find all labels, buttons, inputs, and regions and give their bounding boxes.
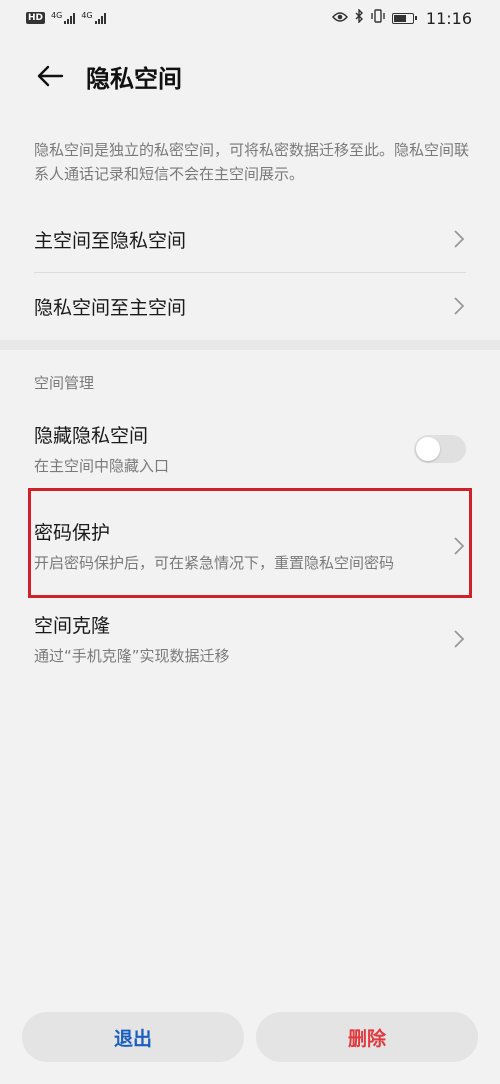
page-description: 隐私空间是独立的私密空间，可将私密数据迁移至此。隐私空间联系人通话记录和短信不会… [34,141,470,183]
back-button[interactable] [30,56,70,96]
status-time: 11:16 [425,8,472,28]
signal-icon-sim1: 4G [51,12,76,24]
bluetooth-icon [354,8,364,27]
nav-item-main-to-private[interactable]: 主空间至隐私空间 [0,206,500,272]
app-header: 隐私空间 [0,54,500,98]
delete-button[interactable]: 删除 [256,1012,478,1062]
space-clone-row[interactable]: 空间克隆 通过“手机克隆”实现数据迁移 [0,604,500,674]
highlight-box [28,488,472,598]
hide-space-row[interactable]: 隐藏隐私空间 在主空间中隐藏入口 [0,414,500,484]
hd-badge: HD [26,12,46,24]
chevron-right-icon [452,229,466,249]
space-clone-sub: 通过“手机克隆”实现数据迁移 [34,646,230,665]
eye-icon [331,9,348,27]
section-title-management: 空间管理 [34,374,95,392]
chevron-right-icon [452,629,466,649]
section-separator [0,340,500,350]
hide-space-label: 隐藏隐私空间 [34,424,149,447]
exit-button[interactable]: 退出 [22,1012,244,1062]
toggle-knob [416,437,440,461]
battery-icon [391,12,417,24]
hide-space-sub: 在主空间中隐藏入口 [34,456,170,475]
hide-space-toggle[interactable] [414,435,466,463]
space-clone-label: 空间克隆 [34,614,111,637]
signal-icon-sim2: 4G [81,12,106,24]
arrow-left-icon [37,65,64,87]
nav-item-private-to-main[interactable]: 隐私空间至主空间 [0,273,500,339]
status-bar-left: HD 4G 4G [26,12,106,24]
page-title: 隐私空间 [86,64,182,93]
nav-item-label: 隐私空间至主空间 [34,296,187,319]
status-bar: HD 4G 4G 11:16 [0,0,500,36]
chevron-right-icon [452,296,466,316]
status-bar-right: 11:16 [331,8,472,28]
vibrate-icon [370,9,386,27]
nav-item-label: 主空间至隐私空间 [34,229,187,252]
